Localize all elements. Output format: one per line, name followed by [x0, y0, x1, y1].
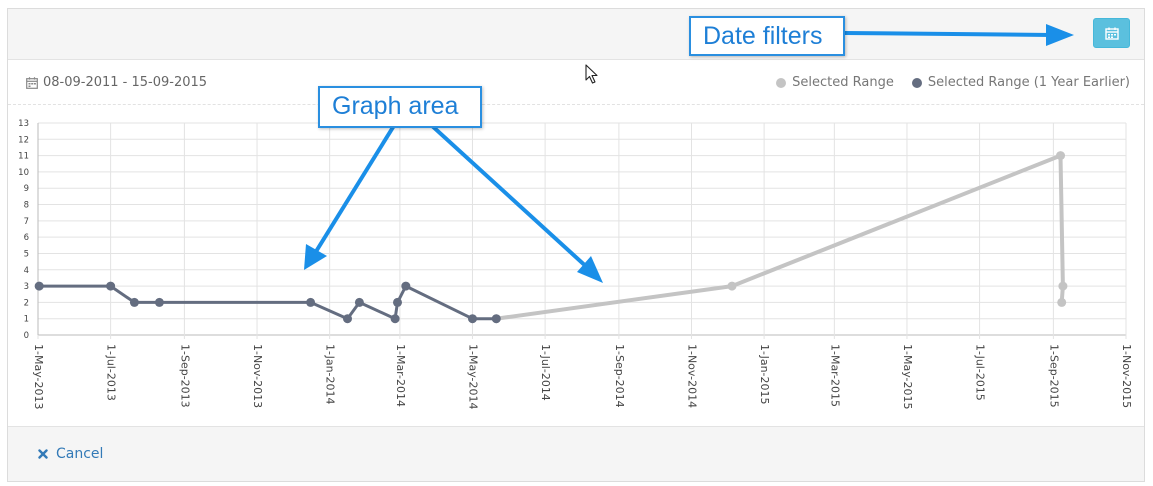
- data-point: [401, 281, 411, 291]
- y-tick-label: 2: [24, 298, 29, 308]
- x-tick-label: 1-Sep-2013: [178, 344, 191, 408]
- y-tick-label: 13: [18, 119, 29, 129]
- x-tick-label: 1-Sep-2015: [1047, 344, 1060, 408]
- data-point: [354, 297, 364, 307]
- x-tick-label: 1-Jul-2013: [105, 344, 118, 401]
- x-tick-label: 1-Jan-2014: [324, 344, 337, 405]
- y-tick-label: 9: [24, 184, 29, 194]
- x-tick-label: 1-Nov-2014: [686, 344, 699, 408]
- y-tick-label: 5: [24, 249, 29, 259]
- panel-footer: Cancel: [8, 426, 1144, 481]
- data-point: [342, 314, 352, 324]
- data-point: [154, 297, 164, 307]
- data-point: [392, 297, 402, 307]
- line-chart: 0123456789101112131-May-2013 1-Jul-2013 1-…: [18, 119, 1133, 409]
- y-tick-label: 11: [18, 152, 29, 162]
- x-tick-label: 1-May-2015: [901, 344, 914, 409]
- cancel-button[interactable]: Cancel: [38, 446, 103, 462]
- y-tick-label: 4: [24, 266, 29, 276]
- data-point: [491, 314, 501, 324]
- y-tick-label: 10: [18, 168, 29, 178]
- x-tick-label: 1-Nov-2015: [1120, 344, 1133, 408]
- data-point: [727, 281, 737, 291]
- y-tick-label: 1: [24, 315, 29, 325]
- x-tick-label: 1-May-2014: [466, 344, 479, 409]
- y-tick-label: 8: [24, 201, 29, 211]
- x-tick-label: 1-May-2013: [32, 344, 45, 409]
- y-tick-label: 12: [18, 135, 29, 145]
- graph-area-callout: Graph area: [318, 86, 482, 128]
- data-point: [106, 281, 116, 291]
- data-point: [1056, 151, 1066, 161]
- data-point: [390, 314, 400, 324]
- data-point: [129, 297, 139, 307]
- data-point: [467, 314, 477, 324]
- data-point: [34, 281, 44, 291]
- y-tick-label: 6: [24, 233, 29, 243]
- x-tick-label: 1-Mar-2014: [394, 344, 407, 407]
- x-tick-label: 1-Sep-2014: [613, 344, 626, 408]
- date-filters-callout: Date filters: [689, 16, 845, 56]
- x-tick-label: 1-Nov-2013: [251, 344, 264, 408]
- x-tick-label: 1-Jul-2014: [539, 344, 552, 401]
- x-tick-label: 1-Jul-2015: [974, 344, 987, 401]
- mouse-cursor-icon: [585, 64, 598, 84]
- x-tick-label: 1-Mar-2015: [828, 344, 841, 407]
- data-point: [1058, 281, 1068, 291]
- cancel-label: Cancel: [56, 446, 104, 462]
- close-icon: [38, 449, 48, 459]
- data-point: [306, 297, 316, 307]
- data-point: [1057, 297, 1067, 307]
- y-tick-label: 0: [24, 331, 29, 341]
- y-tick-label: 3: [24, 282, 29, 292]
- x-tick-label: 1-Jan-2015: [758, 344, 771, 405]
- y-tick-label: 7: [24, 217, 29, 227]
